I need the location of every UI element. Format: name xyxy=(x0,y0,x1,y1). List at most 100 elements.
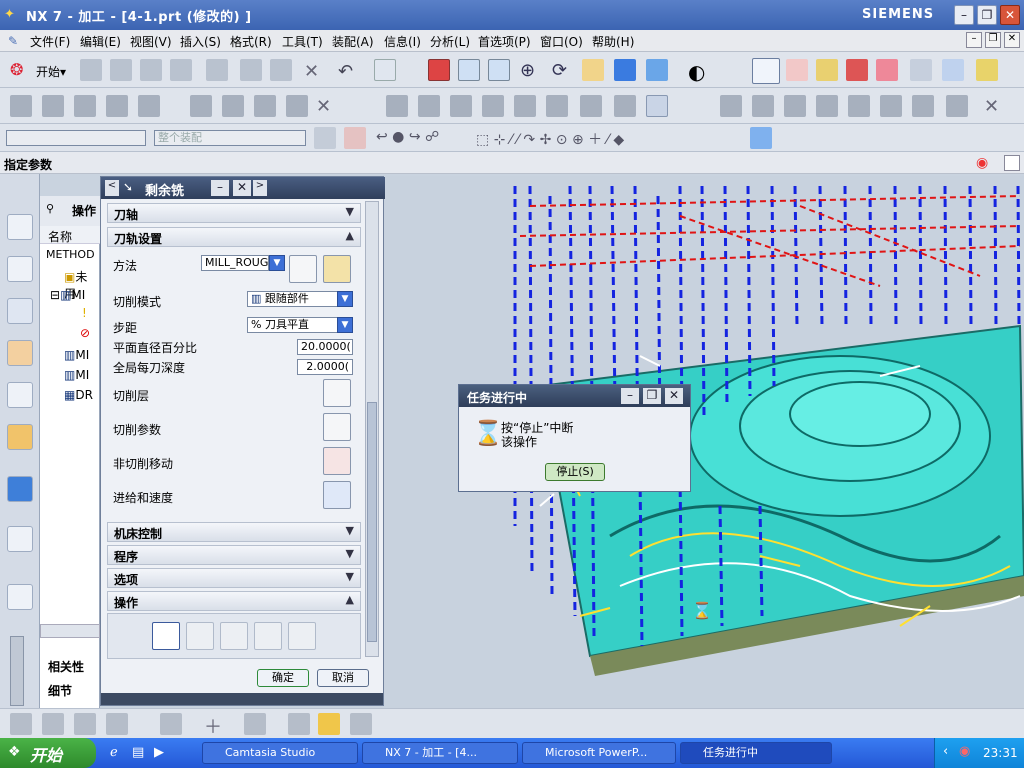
bottom-tool-3-icon[interactable] xyxy=(74,713,96,735)
copy-object-icon[interactable] xyxy=(450,95,472,117)
navigator-hscrollbar[interactable] xyxy=(40,624,100,638)
panel-details[interactable]: 细节 xyxy=(48,682,72,699)
save-as-icon[interactable] xyxy=(170,59,192,81)
paste-icon[interactable] xyxy=(270,59,292,81)
create-operation-icon[interactable] xyxy=(138,95,160,117)
menu-view[interactable]: 视图(V) xyxy=(130,33,172,50)
color-palette-icon[interactable]: ◉ xyxy=(976,155,988,171)
dialog-back-icon[interactable]: < xyxy=(105,180,119,196)
close-toolbar-icon[interactable]: ✕ xyxy=(984,96,999,117)
delete-icon[interactable]: ✕ xyxy=(304,61,319,82)
tree-item-mill-2[interactable]: ▥MI xyxy=(64,348,89,362)
hole-icon[interactable] xyxy=(946,95,968,117)
resource-scrollbar[interactable] xyxy=(10,636,24,706)
paste-object-icon[interactable] xyxy=(482,95,504,117)
block-icon[interactable] xyxy=(912,95,934,117)
cut-levels-button[interactable] xyxy=(323,379,351,407)
snap-icon[interactable] xyxy=(344,127,366,149)
wcs-icon[interactable] xyxy=(752,58,780,84)
doc-restore-button[interactable]: ❐ xyxy=(985,32,1001,48)
delete-object-icon[interactable] xyxy=(514,95,536,117)
bottom-tool-1-icon[interactable] xyxy=(10,713,32,735)
dialog-scroll-thumb[interactable] xyxy=(367,402,377,642)
quicklaunch-ie-icon[interactable]: ℯ xyxy=(110,745,118,760)
task-powerpoint[interactable]: Microsoft PowerP... xyxy=(522,742,676,764)
rotate-icon[interactable]: ⟳ xyxy=(552,60,567,81)
hide-icon[interactable] xyxy=(876,59,898,81)
create-geometry-icon[interactable] xyxy=(74,95,96,117)
edit-method-button[interactable] xyxy=(289,255,317,283)
feeds-button[interactable] xyxy=(323,481,351,509)
bottom-tool-6-icon[interactable] xyxy=(244,713,266,735)
zoom-in-icon[interactable]: ⊕ xyxy=(520,60,535,81)
shaded-view-icon[interactable] xyxy=(614,59,636,81)
fullscreen-icon[interactable] xyxy=(1004,155,1020,171)
menu-analysis[interactable]: 分析(L) xyxy=(430,33,470,50)
unite-icon[interactable] xyxy=(784,95,806,117)
quick-pick-icon[interactable] xyxy=(750,127,772,149)
wrench-icon[interactable] xyxy=(323,255,351,283)
extrude-icon[interactable] xyxy=(816,95,838,117)
save-icon[interactable] xyxy=(140,59,162,81)
section-tool-axis[interactable]: 刀轴 ▼ xyxy=(107,203,361,223)
dialog-forward-icon[interactable]: > xyxy=(253,180,267,196)
zoom-icon[interactable] xyxy=(488,59,510,81)
general-filter-icon[interactable] xyxy=(314,127,336,149)
tree-item-drill[interactable]: ▦DR xyxy=(64,388,93,402)
depth-input[interactable]: 2.0000( xyxy=(297,359,353,375)
cut-params-button[interactable] xyxy=(323,413,351,441)
measure-icon[interactable] xyxy=(942,59,964,81)
machine-navigator-icon[interactable] xyxy=(7,340,33,366)
noncut-button[interactable] xyxy=(323,447,351,475)
simulate-button[interactable] xyxy=(254,622,282,650)
panel-dependencies[interactable]: 相关性 xyxy=(48,658,84,675)
web-browser-icon[interactable] xyxy=(7,476,33,502)
popup-maximize-button[interactable]: ❐ xyxy=(643,388,661,404)
menu-help[interactable]: 帮助(H) xyxy=(592,33,634,50)
replay-button[interactable] xyxy=(186,622,214,650)
generate-path-icon[interactable] xyxy=(190,95,212,117)
task-nx[interactable]: NX 7 - 加工 - [4... xyxy=(362,742,518,764)
history-icon[interactable] xyxy=(7,424,33,450)
section-path-settings[interactable]: 刀轨设置 ▲ xyxy=(107,227,361,247)
tree-item-mill-3[interactable]: ▥MI xyxy=(64,368,89,382)
create-method-icon[interactable] xyxy=(106,95,128,117)
section-actions[interactable]: 操作 ▲ xyxy=(107,591,361,611)
edit-object-icon[interactable] xyxy=(386,95,408,117)
zoom-window-icon[interactable] xyxy=(458,59,480,81)
menu-file[interactable]: 文件(F) xyxy=(30,33,70,50)
bottom-tool-2-icon[interactable] xyxy=(42,713,64,735)
menu-info[interactable]: 信息(I) xyxy=(384,33,421,50)
remove-path-icon[interactable]: ✕ xyxy=(316,96,331,117)
bottom-tool-9-icon[interactable] xyxy=(350,713,372,735)
open-file-icon[interactable] xyxy=(110,59,132,81)
tray-expand-icon[interactable]: ‹ xyxy=(943,744,948,759)
restore-button[interactable]: ❐ xyxy=(977,5,997,25)
section-program[interactable]: 程序 ▼ xyxy=(107,545,361,565)
generate-button[interactable] xyxy=(152,622,180,650)
reuse-library-icon[interactable] xyxy=(7,382,33,408)
bottom-tool-5-icon[interactable] xyxy=(160,713,182,735)
output-clsf-icon[interactable] xyxy=(646,95,668,117)
replay-path-icon[interactable] xyxy=(222,95,244,117)
start-menu-button[interactable]: 开始▾ xyxy=(36,63,66,80)
stepover-dropdown-icon[interactable]: ▼ xyxy=(337,317,353,333)
tray-camtasia-icon[interactable]: ◉ xyxy=(959,744,970,759)
task-camtasia[interactable]: Camtasia Studio xyxy=(202,742,358,764)
stop-button[interactable]: 停止(S) xyxy=(545,463,605,481)
copy-icon[interactable] xyxy=(240,59,262,81)
popup-minimize-button[interactable]: – xyxy=(621,388,639,404)
point-snap-icon[interactable]: ↩ ● ↪ ☍ xyxy=(376,129,439,145)
bottom-tool-4-icon[interactable] xyxy=(106,713,128,735)
section-machine-control[interactable]: 机床控制 ▼ xyxy=(107,522,361,542)
column-header-name[interactable]: 名称 xyxy=(48,228,72,245)
menu-format[interactable]: 格式(R) xyxy=(230,33,272,50)
layer-icon[interactable] xyxy=(816,59,838,81)
post-process-icon[interactable] xyxy=(580,95,602,117)
ruler-icon[interactable] xyxy=(976,59,998,81)
stepover-select[interactable]: % 刀具平直 xyxy=(247,317,339,333)
percent-input[interactable]: 20.0000( xyxy=(297,339,353,355)
shop-doc-icon[interactable] xyxy=(614,95,636,117)
cut-icon[interactable] xyxy=(206,59,228,81)
bottom-tool-8-icon[interactable] xyxy=(318,713,340,735)
